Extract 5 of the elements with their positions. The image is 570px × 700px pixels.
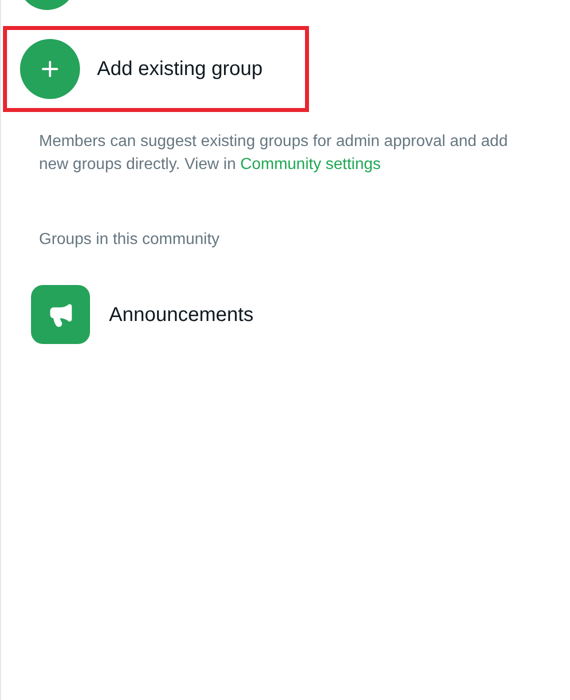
action-label[interactable]: Add existing group (97, 54, 263, 84)
group-name[interactable]: Announcements (109, 300, 254, 330)
megaphone-icon[interactable] (31, 285, 90, 344)
section-heading: Groups in this community (39, 230, 221, 250)
info-text: Members can suggest existing groups for admin approval and add new groups directly. View in Community settings (39, 132, 509, 175)
